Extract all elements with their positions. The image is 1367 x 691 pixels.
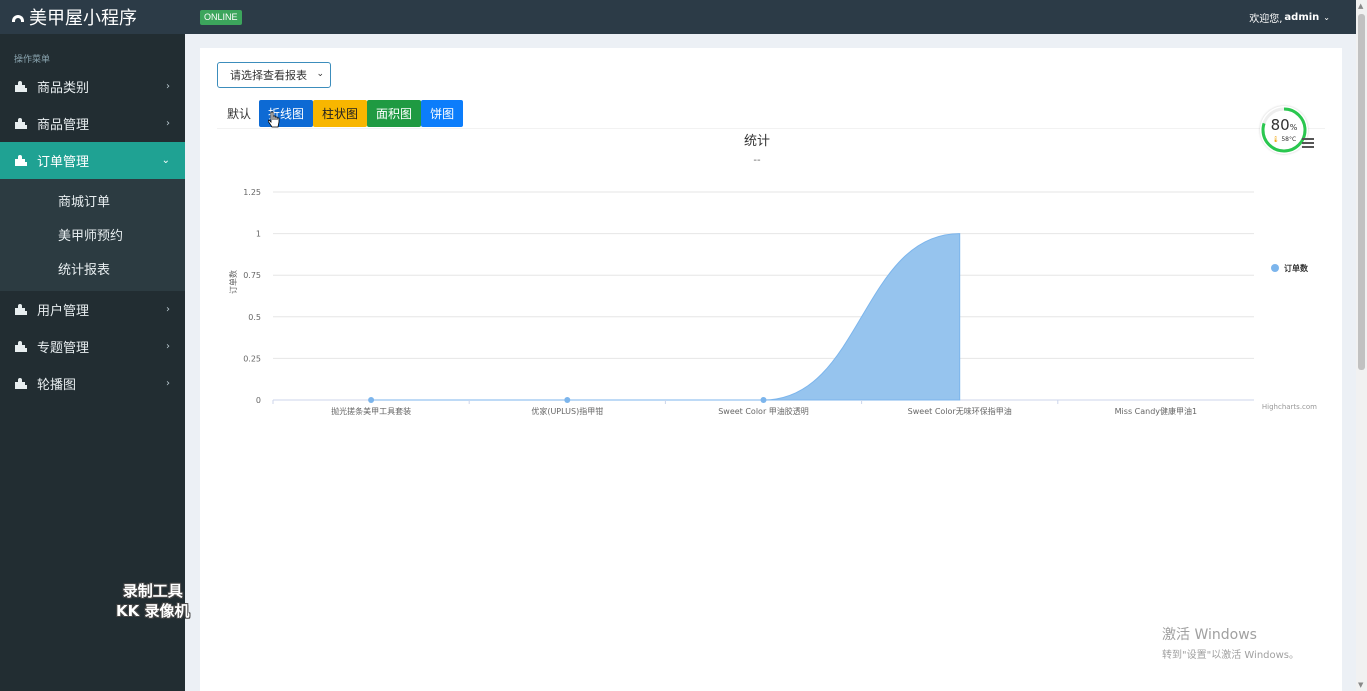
chevron-down-icon: ⌄: [316, 69, 324, 79]
recorder-watermark: 录制工具 KK 录像机: [116, 581, 189, 621]
mouse-cursor-icon: [268, 111, 280, 128]
gauge-temp: 🌡 58°C: [1271, 136, 1297, 143]
y-tick-label: 0: [256, 396, 261, 405]
chart-menu-icon[interactable]: [1302, 138, 1314, 150]
y-tick-label: 0.25: [243, 354, 261, 363]
puzzle-icon: [15, 303, 27, 315]
puzzle-icon: [15, 340, 27, 352]
x-category-label: Sweet Color无味环保指甲油: [908, 406, 1012, 416]
y-tick-label: 0.75: [243, 271, 261, 280]
sidebar-item-carousel[interactable]: 轮播图 ›: [0, 365, 185, 402]
logo-icon: [12, 14, 24, 22]
pie-chart-button[interactable]: 饼图: [421, 100, 464, 127]
x-category-label: 抛光搓条美甲工具套装: [331, 406, 411, 416]
puzzle-icon: [15, 154, 27, 166]
scroll-thumb[interactable]: [1358, 14, 1365, 370]
sidebar-item-category[interactable]: 商品类别 ›: [0, 68, 185, 105]
sidebar-item-users[interactable]: 用户管理 ›: [0, 291, 185, 328]
y-tick-label: 0.5: [248, 313, 261, 322]
activation-hint: 转到"设置"以激活 Windows。: [1162, 650, 1300, 661]
chart-credit[interactable]: Highcharts.com: [1262, 403, 1317, 411]
default-button[interactable]: 默认: [217, 100, 259, 127]
performance-gauge[interactable]: 80% 🌡 58°C: [1260, 106, 1308, 154]
sidebar-item-label: 专题管理: [37, 341, 90, 356]
chart-type-buttons: 默认 折线图 柱状图 面积图 饼图: [217, 100, 464, 127]
sidebar-item-orders[interactable]: 订单管理 ⌄: [0, 142, 185, 179]
brand[interactable]: 美甲屋小程序: [0, 0, 185, 34]
sidebar-item-label: 商品管理: [37, 118, 90, 133]
y-tick-label: 1.25: [243, 188, 261, 197]
app-title: 美甲屋小程序: [29, 8, 137, 29]
watermark-line: KK 录像机: [116, 602, 190, 620]
area-chart-button[interactable]: 面积图: [367, 100, 422, 127]
puzzle-icon: [15, 117, 27, 129]
legend-item[interactable]: 订单数: [1284, 263, 1309, 273]
watermark-line: 录制工具: [122, 582, 183, 600]
activation-title: 激活 Windows: [1162, 627, 1257, 643]
gauge-percent: 80%: [1270, 116, 1298, 134]
scroll-up-icon[interactable]: ▲: [1358, 2, 1363, 10]
puzzle-icon: [15, 80, 27, 92]
top-navbar: 美甲屋小程序 ONLINE 欢迎您, admin ⌄: [0, 0, 1356, 34]
page-scrollbar[interactable]: ▲ ▼: [1356, 0, 1367, 691]
y-axis-label: 订单数: [228, 270, 238, 294]
sidebar-item-products[interactable]: 商品管理 ›: [0, 105, 185, 142]
data-point[interactable]: [564, 397, 571, 403]
report-box: 请选择查看报表 ⌄ 默认 折线图 柱状图 面积图 饼图 统计 -- 0 0.25 0…: [200, 48, 1342, 691]
report-select-value: 请选择查看报表: [230, 69, 307, 82]
sidebar-item-label: 轮播图: [37, 378, 77, 393]
content-wrapper: 请选择查看报表 ⌄ 默认 折线图 柱状图 面积图 饼图 统计 -- 0 0.25 0…: [185, 34, 1356, 691]
chart-title: 统计: [744, 134, 770, 149]
statistics-chart: 统计 -- 0 0.25 0.5 0.75 1 1.25 订单数 抛光搓条美甲工具套装 优家…: [217, 128, 1325, 416]
chevron-right-icon: ›: [166, 118, 170, 129]
submenu-item-reports[interactable]: 统计报表: [0, 251, 185, 285]
puzzle-icon: [15, 377, 27, 389]
data-point[interactable]: [368, 397, 375, 403]
chevron-down-icon: ⌄: [1323, 13, 1330, 22]
orders-submenu: 商城订单 美甲师预约 统计报表: [0, 179, 185, 291]
chevron-right-icon: ›: [166, 341, 170, 352]
chevron-right-icon: ›: [166, 304, 170, 315]
status-badge: ONLINE: [200, 10, 242, 25]
welcome-text: 欢迎您,: [1249, 14, 1283, 25]
scroll-down-icon[interactable]: ▼: [1358, 681, 1363, 689]
submenu-item-appointments[interactable]: 美甲师预约: [0, 217, 185, 251]
submenu-item-mall-orders[interactable]: 商城订单: [0, 183, 185, 217]
x-category-label: Miss Candy健康甲油1: [1115, 406, 1197, 416]
sidebar-item-label: 商品类别: [37, 81, 90, 96]
user-menu[interactable]: 欢迎您, admin ⌄: [1249, 10, 1330, 25]
chart-subtitle: --: [753, 155, 761, 166]
sidebar-item-label: 订单管理: [37, 155, 90, 170]
sidebar-item-topics[interactable]: 专题管理 ›: [0, 328, 185, 365]
sidebar-item-label: 用户管理: [37, 304, 90, 319]
sidebar-header: 操作菜单: [14, 55, 51, 65]
y-tick-label: 1: [256, 230, 261, 239]
bar-chart-button[interactable]: 柱状图: [313, 100, 368, 127]
chevron-right-icon: ›: [166, 378, 170, 389]
username: admin: [1284, 12, 1320, 23]
report-select[interactable]: 请选择查看报表 ⌄: [217, 62, 331, 88]
data-point[interactable]: [760, 397, 767, 403]
chevron-right-icon: ›: [166, 81, 170, 92]
windows-activation-notice: 激活 Windows 转到"设置"以激活 Windows。: [1162, 624, 1299, 661]
legend-symbol: [1271, 264, 1279, 272]
x-category-label: Sweet Color 甲油胶透明: [718, 406, 809, 416]
x-category-label: 优家(UPLUS)指甲钳: [531, 406, 603, 416]
chevron-down-icon: ⌄: [161, 155, 170, 166]
